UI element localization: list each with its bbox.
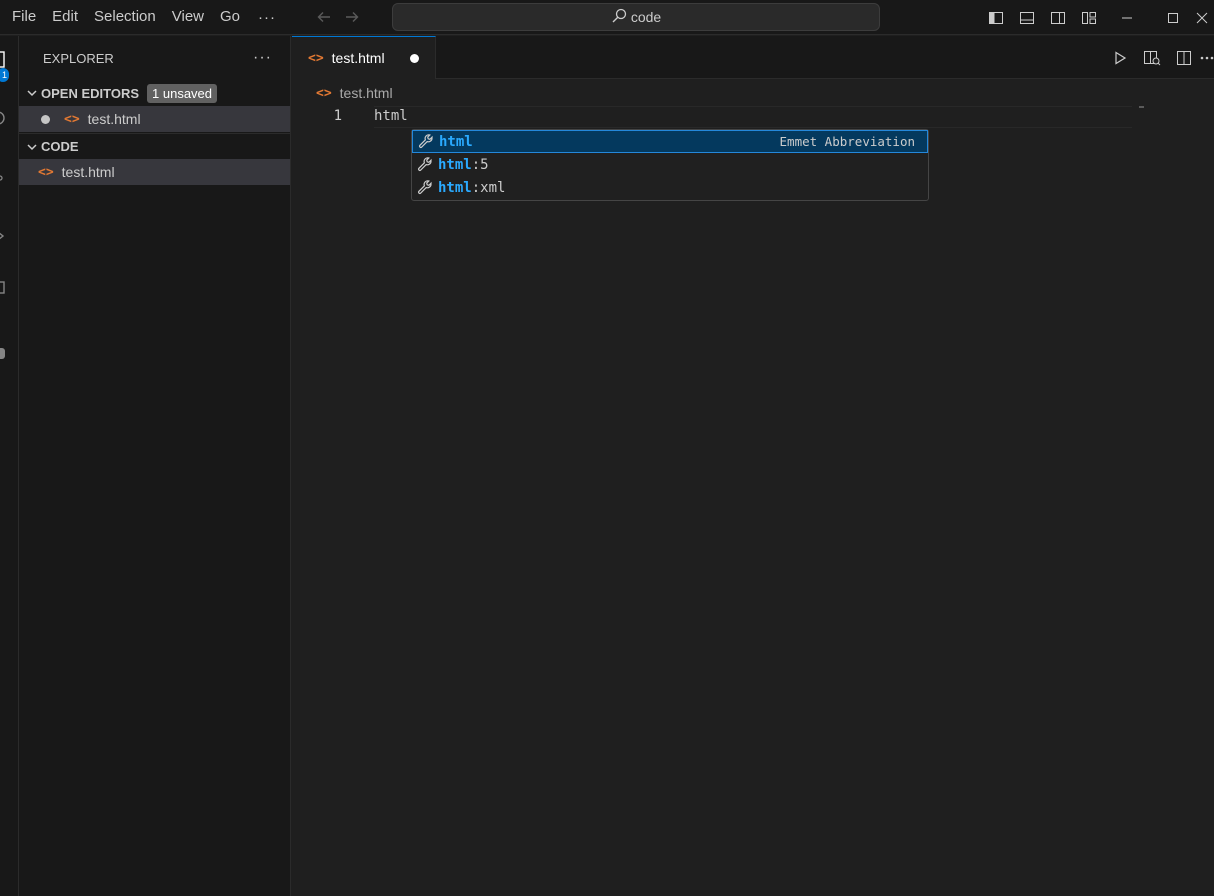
- folder-label: CODE: [41, 139, 79, 154]
- menu-file[interactable]: File: [4, 0, 44, 35]
- suggestion-match: html: [438, 179, 472, 196]
- menu-edit[interactable]: Edit: [44, 0, 86, 35]
- menu-selection[interactable]: Selection: [86, 0, 164, 35]
- more-actions-icon[interactable]: [1200, 36, 1214, 79]
- explorer-header: EXPLORER ···: [19, 36, 290, 80]
- search-view-icon[interactable]: [0, 108, 19, 128]
- suggestion-item[interactable]: html Emmet Abbreviation: [412, 130, 928, 153]
- menu-view[interactable]: View: [164, 0, 212, 35]
- activity-bar: 1: [0, 36, 19, 896]
- title-bar: File Edit Selection View Go ··· code: [0, 0, 1214, 35]
- suggestion-rest: :5: [471, 156, 489, 173]
- minimap[interactable]: [1139, 106, 1144, 108]
- customize-layout-icon[interactable]: [1073, 0, 1104, 35]
- extensions-icon[interactable]: [0, 278, 19, 298]
- split-editor-icon[interactable]: [1168, 36, 1200, 79]
- html-file-icon: <>: [308, 50, 324, 66]
- tab-label: test.html: [331, 50, 385, 66]
- open-editor-label: test.html: [87, 111, 141, 127]
- explorer-title: EXPLORER: [43, 50, 114, 66]
- suggestion-item[interactable]: html :5: [412, 153, 928, 176]
- folder-file-label: test.html: [61, 164, 115, 180]
- open-editors-label: OPEN EDITORS: [41, 85, 140, 101]
- editor-tab-bar: <> test.html: [292, 36, 1214, 79]
- open-preview-icon[interactable]: [1136, 36, 1168, 79]
- command-center-search[interactable]: code: [392, 3, 880, 31]
- run-debug-icon[interactable]: [0, 226, 19, 246]
- chevron-down-icon: [23, 141, 41, 153]
- toggle-secondary-sidebar-icon[interactable]: [1042, 0, 1073, 35]
- wrench-icon: [413, 133, 439, 150]
- search-icon: [611, 8, 627, 27]
- breadcrumb-file[interactable]: test.html: [340, 85, 393, 101]
- maximize-icon[interactable]: [1150, 0, 1196, 35]
- forward-arrow-icon[interactable]: [338, 3, 366, 31]
- suggestion-match: html: [439, 133, 473, 150]
- unsaved-badge: 1 unsaved: [147, 83, 218, 103]
- wrench-icon: [412, 179, 438, 196]
- tab-test-html[interactable]: <> test.html: [292, 36, 436, 79]
- wrench-icon: [412, 156, 438, 173]
- back-arrow-icon[interactable]: [310, 3, 338, 31]
- dirty-indicator-icon[interactable]: [19, 114, 52, 124]
- folder-section-header[interactable]: CODE: [19, 133, 290, 159]
- html-file-icon: <>: [38, 164, 54, 180]
- line-number: 1: [333, 108, 342, 124]
- explorer-icon[interactable]: [0, 50, 19, 70]
- suggestion-rest: :xml: [471, 179, 506, 196]
- open-editors-section-header[interactable]: OPEN EDITORS 1 unsaved: [19, 80, 290, 106]
- title-bar-controls: [980, 0, 1214, 35]
- current-line-highlight: [374, 106, 1132, 128]
- menu-go[interactable]: Go: [212, 0, 248, 35]
- html-file-icon: <>: [64, 111, 80, 127]
- menu-bar: File Edit Selection View Go ···: [0, 0, 366, 35]
- editor-actions: [1104, 36, 1214, 79]
- suggestion-detail: Emmet Abbreviation: [779, 134, 915, 149]
- folder-file-item[interactable]: <> test.html: [19, 159, 290, 185]
- minimize-icon[interactable]: [1104, 0, 1150, 35]
- unsaved-dot-icon[interactable]: [410, 54, 419, 63]
- open-editor-item[interactable]: <> test.html: [19, 106, 290, 132]
- source-control-icon[interactable]: [0, 166, 19, 186]
- toggle-panel-icon[interactable]: [1011, 0, 1042, 35]
- chevron-down-icon: [23, 87, 41, 99]
- run-icon[interactable]: [1104, 36, 1136, 79]
- suggest-widget: html Emmet Abbreviation html :5 html :xm…: [411, 129, 929, 201]
- html-file-icon: <>: [316, 85, 332, 101]
- explorer-more-button[interactable]: ···: [253, 49, 272, 67]
- remote-explorer-icon[interactable]: [0, 344, 19, 364]
- toggle-primary-sidebar-icon[interactable]: [980, 0, 1011, 35]
- search-text: code: [630, 9, 662, 25]
- explorer-badge: 1: [0, 68, 9, 82]
- code-line[interactable]: html: [374, 108, 408, 124]
- suggestion-item[interactable]: html :xml: [412, 176, 928, 199]
- suggestion-match: html: [438, 156, 472, 173]
- explorer-sidebar: EXPLORER ··· OPEN EDITORS 1 unsaved <> t…: [19, 36, 291, 896]
- close-window-icon[interactable]: [1196, 0, 1214, 35]
- breadcrumb[interactable]: <> test.html: [316, 83, 393, 103]
- menu-more-button[interactable]: ···: [248, 9, 286, 26]
